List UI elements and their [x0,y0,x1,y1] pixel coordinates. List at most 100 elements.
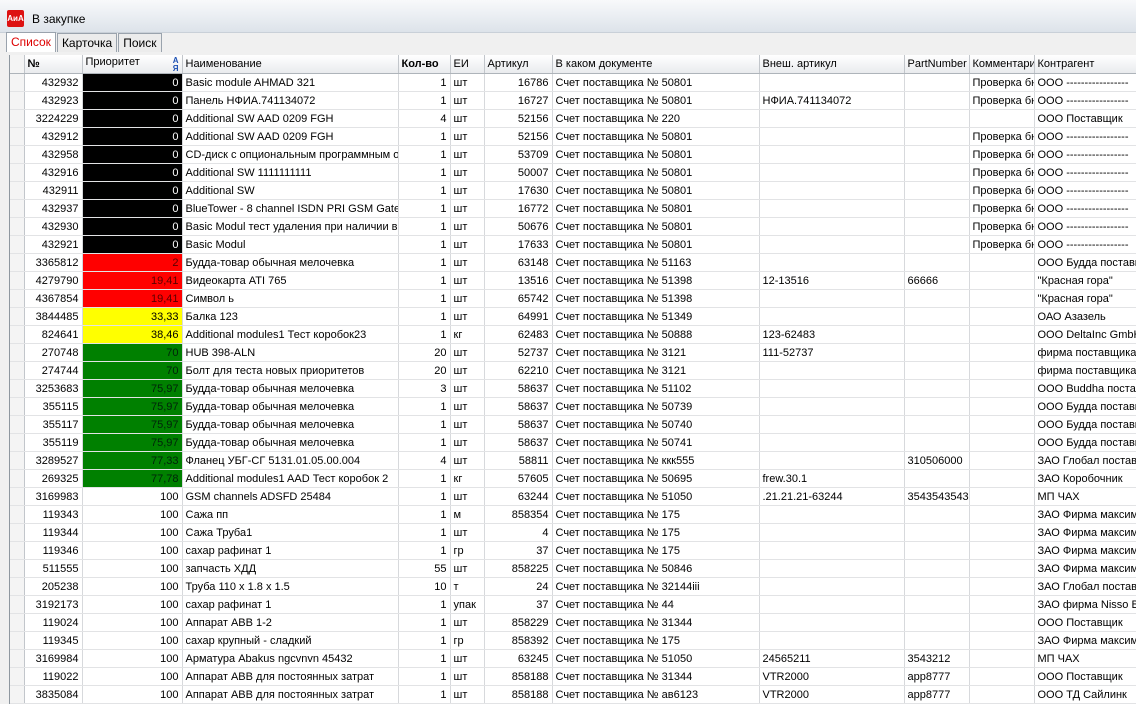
cell-partnumber[interactable] [904,577,970,596]
cell-article[interactable]: 63148 [484,253,553,272]
table-row[interactable]: 432912 0 Additional SW AAD 0209 FGH 1 шт 5215… [10,127,1136,146]
cell-ext-article[interactable] [759,145,905,164]
cell-name[interactable]: Basic module AHMAD 321 [182,73,399,92]
row-indicator[interactable] [10,199,25,218]
cell-partnumber[interactable] [904,595,970,614]
cell-document[interactable]: Счет поставщика № 50801 [552,181,760,200]
cell-contragent[interactable]: ООО Будда поставщик [1034,415,1136,434]
cell-qty[interactable]: 55 [398,559,451,578]
cell-partnumber[interactable] [904,505,970,524]
table-row[interactable]: 4279790 19,41 Видеокарта ATI 765 1 шт 13516 Сч… [10,271,1136,290]
cell-contragent[interactable]: ООО ----------------- [1034,73,1136,92]
table-row[interactable]: 274744 70 Болт для теста новых приоритетов… [10,361,1136,380]
cell-ext-article[interactable] [759,289,905,308]
cell-priority[interactable]: 100 [82,667,183,686]
cell-partnumber[interactable] [904,415,970,434]
cell-comment[interactable]: Проверка бюд [969,145,1035,164]
row-indicator[interactable] [10,235,25,254]
cell-document[interactable]: Счет поставщика № 50801 [552,199,760,218]
row-indicator[interactable] [10,91,25,110]
cell-document[interactable]: Счет поставщика № 50740 [552,415,760,434]
cell-document[interactable]: Счет поставщика № 50741 [552,433,760,452]
cell-no[interactable]: 119346 [24,541,83,560]
row-indicator[interactable] [10,289,25,308]
cell-no[interactable]: 432916 [24,163,83,182]
row-indicator[interactable] [10,73,25,92]
cell-contragent[interactable]: ЗАО Глобал поставщик [1034,451,1136,470]
cell-unit[interactable]: шт [450,379,485,398]
cell-article[interactable]: 858392 [484,631,553,650]
tab-search[interactable]: Поиск [118,33,162,52]
col-header-name[interactable]: Наименование [182,55,399,74]
cell-qty[interactable]: 1 [398,433,451,452]
cell-name[interactable]: Additional SW AAD 0209 FGH [182,127,399,146]
cell-no[interactable]: 270748 [24,343,83,362]
col-header-ext-article[interactable]: Внеш. артикул [759,55,905,74]
table-row[interactable]: 355117 75,97 Будда-товар обычная мелочевка… [10,415,1136,434]
cell-qty[interactable]: 1 [398,307,451,326]
cell-contragent[interactable]: ООО ТД Сайлинк [1034,685,1136,704]
cell-unit[interactable]: шт [450,397,485,416]
cell-no[interactable]: 355115 [24,397,83,416]
cell-unit[interactable]: шт [450,361,485,380]
cell-comment[interactable] [969,487,1035,506]
cell-unit[interactable]: шт [450,307,485,326]
row-indicator[interactable] [10,667,25,686]
cell-partnumber[interactable] [904,217,970,236]
cell-comment[interactable] [969,523,1035,542]
cell-qty[interactable]: 20 [398,343,451,362]
cell-unit[interactable]: шт [450,559,485,578]
cell-document[interactable]: Счет поставщика № 50801 [552,127,760,146]
cell-ext-article[interactable] [759,523,905,542]
cell-priority[interactable]: 100 [82,559,183,578]
cell-priority[interactable]: 2 [82,253,183,272]
cell-name[interactable]: Будда-товар обычная мелочевка [182,379,399,398]
cell-unit[interactable]: шт [450,415,485,434]
row-indicator[interactable] [10,145,25,164]
cell-no[interactable]: 119022 [24,667,83,686]
cell-no[interactable]: 432932 [24,73,83,92]
cell-ext-article[interactable]: НФИА.741134072 [759,91,905,110]
cell-article[interactable]: 4 [484,523,553,542]
cell-partnumber[interactable]: app8777 [904,685,970,704]
tab-list[interactable]: Список [6,32,56,52]
cell-unit[interactable]: шт [450,145,485,164]
cell-qty[interactable]: 1 [398,145,451,164]
cell-partnumber[interactable] [904,469,970,488]
cell-qty[interactable]: 1 [398,631,451,650]
cell-article[interactable]: 65742 [484,289,553,308]
table-row[interactable]: 432911 0 Additional SW 1 шт 17630 Счет поставщ… [10,181,1136,200]
cell-name[interactable]: CD-диск с опциональным программным обесп… [182,145,399,164]
cell-qty[interactable]: 1 [398,541,451,560]
cell-partnumber[interactable] [904,235,970,254]
cell-unit[interactable]: кг [450,469,485,488]
cell-document[interactable]: Счет поставщика № 51398 [552,271,760,290]
row-indicator[interactable] [10,577,25,596]
col-header-partnumber[interactable]: PartNumber [904,55,970,74]
cell-article[interactable]: 62210 [484,361,553,380]
cell-qty[interactable]: 20 [398,361,451,380]
cell-no[interactable]: 274744 [24,361,83,380]
cell-article[interactable]: 17630 [484,181,553,200]
cell-ext-article[interactable]: 111-52737 [759,343,905,362]
table-row[interactable]: 3365812 2 Будда-товар обычная мелочевка 1 шт… [10,253,1136,272]
cell-comment[interactable]: Проверка бюд [969,181,1035,200]
cell-name[interactable]: Будда-товар обычная мелочевка [182,397,399,416]
cell-unit[interactable]: шт [450,217,485,236]
cell-comment[interactable] [969,685,1035,704]
cell-contragent[interactable]: ООО Поставщик [1034,613,1136,632]
table-row[interactable]: 269325 77,78 Additional modules1 AAD Тест … [10,469,1136,488]
cell-article[interactable]: 57605 [484,469,553,488]
table-row[interactable]: 511555 100 запчасть ХДД 55 шт 858225 Счет пост… [10,559,1136,578]
cell-document[interactable]: Счет поставщика № 44 [552,595,760,614]
cell-priority[interactable]: 0 [82,235,183,254]
cell-no[interactable]: 432911 [24,181,83,200]
cell-priority[interactable]: 0 [82,199,183,218]
cell-no[interactable]: 269325 [24,469,83,488]
cell-contragent[interactable]: ООО ----------------- [1034,217,1136,236]
cell-ext-article[interactable]: VTR2000 [759,667,905,686]
cell-qty[interactable]: 4 [398,451,451,470]
cell-unit[interactable]: шт [450,271,485,290]
table-row[interactable]: 3192173 100 сахар рафинат 1 1 упак 37 Счет пос… [10,595,1136,614]
cell-article[interactable]: 52156 [484,109,553,128]
